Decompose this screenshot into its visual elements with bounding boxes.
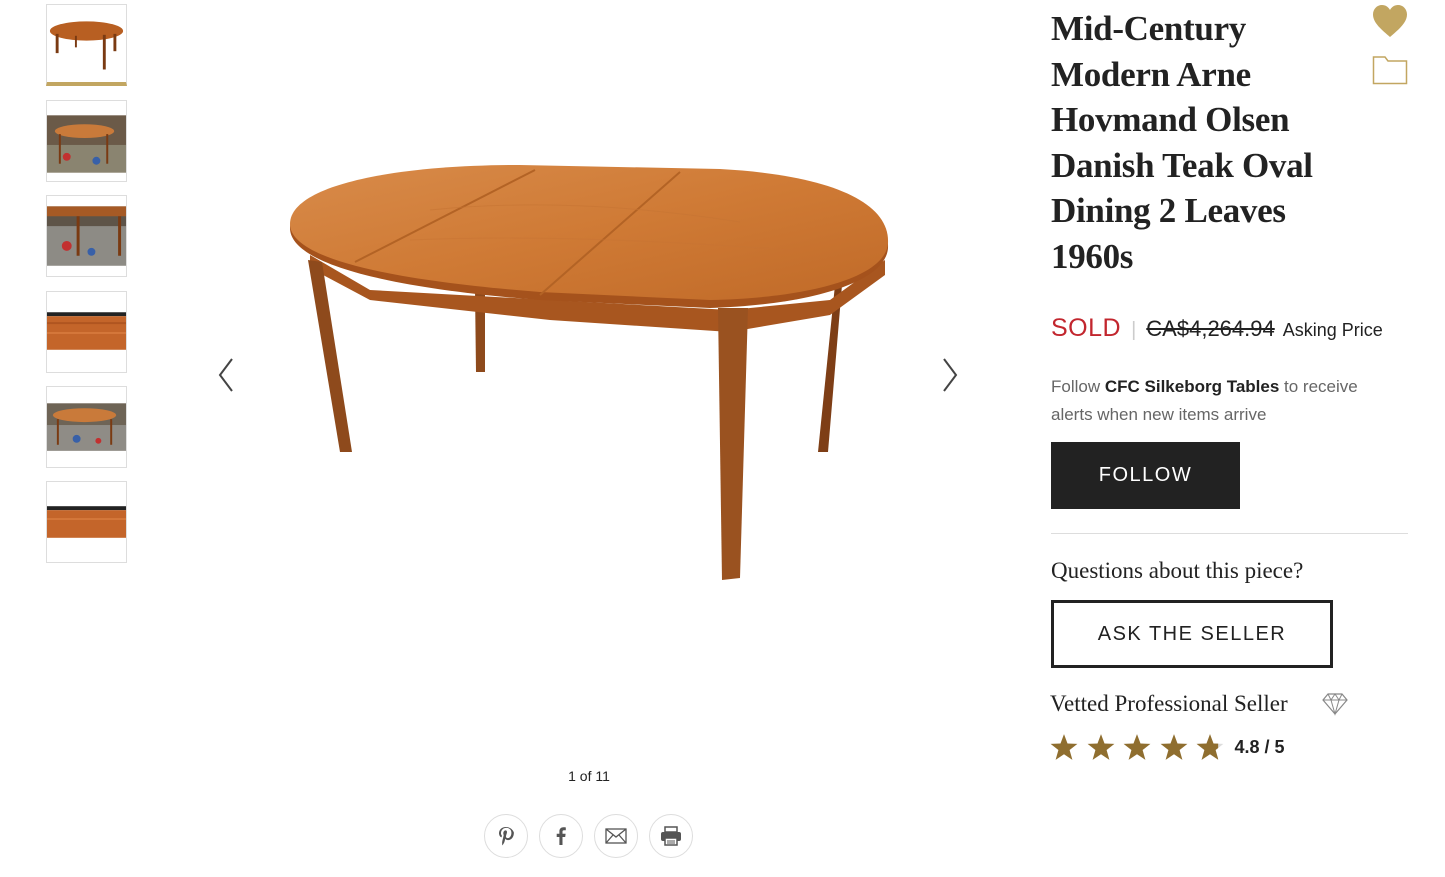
price-row: SOLD | CA$4,264.94 Asking Price — [1051, 314, 1383, 343]
image-counter: 1 of 11 — [568, 768, 610, 784]
asking-price: CA$4,264.94 — [1146, 316, 1275, 341]
thumbnail-5[interactable] — [46, 386, 127, 468]
star-icon — [1050, 733, 1078, 761]
follow-prefix: Follow — [1051, 377, 1105, 396]
email-share-button[interactable] — [594, 814, 638, 858]
seller-name-link[interactable]: CFC Silkeborg Tables — [1105, 377, 1279, 396]
price-divider: | — [1131, 319, 1137, 341]
star-partial-icon — [1196, 733, 1224, 761]
print-icon — [661, 826, 681, 846]
save-to-folder-icon[interactable] — [1372, 53, 1408, 85]
facebook-share-button[interactable] — [539, 814, 583, 858]
chevron-right-icon[interactable] — [938, 355, 962, 395]
star-icon — [1123, 733, 1151, 761]
rating-value: 4.8 / 5 — [1234, 736, 1285, 757]
star-icon — [1160, 733, 1188, 761]
thumbnail-2[interactable] — [46, 100, 127, 182]
follow-button[interactable]: FOLLOW — [1051, 442, 1240, 509]
ask-seller-button[interactable]: ASK THE SELLER — [1051, 600, 1333, 668]
questions-heading: Questions about this piece? — [1051, 558, 1304, 583]
diamond-icon[interactable] — [1322, 692, 1348, 716]
chevron-left-icon[interactable] — [214, 355, 238, 395]
product-image[interactable] — [270, 150, 910, 600]
thumbnail-3[interactable] — [46, 195, 127, 277]
product-title: Mid-Century Modern Arne Hovmand Olsen Da… — [1051, 9, 1313, 276]
thumbnail-1[interactable] — [46, 4, 127, 86]
section-divider — [1051, 533, 1408, 534]
star-icon — [1087, 733, 1115, 761]
seller-rating[interactable]: 4.8 / 5 — [1050, 733, 1285, 761]
pinterest-share-button[interactable] — [484, 814, 528, 858]
sold-status: SOLD — [1051, 314, 1122, 342]
thumbnail-6[interactable] — [46, 481, 127, 563]
vetted-seller-badge[interactable]: Vetted Professional Seller — [1050, 691, 1288, 717]
asking-price-label: Asking Price — [1282, 320, 1383, 340]
email-icon — [605, 828, 627, 844]
thumbnail-4[interactable] — [46, 291, 127, 373]
print-button[interactable] — [649, 814, 693, 858]
facebook-icon — [556, 827, 566, 845]
pinterest-icon — [499, 827, 514, 846]
favorite-heart-icon[interactable] — [1372, 4, 1408, 40]
follow-description: Follow CFC Silkeborg Tables to receive a… — [1051, 373, 1401, 429]
